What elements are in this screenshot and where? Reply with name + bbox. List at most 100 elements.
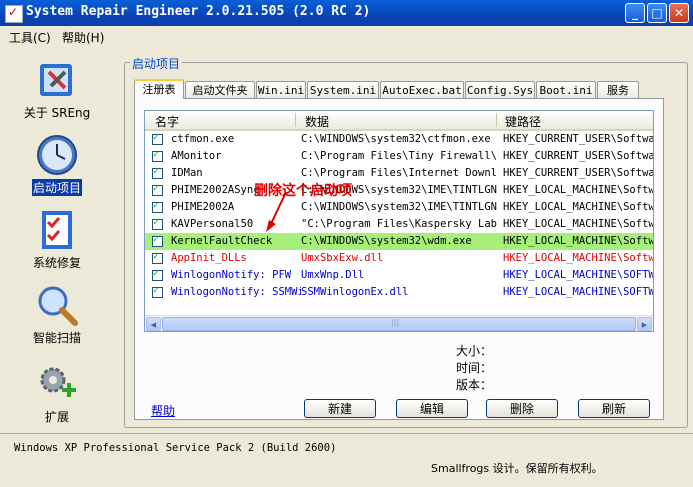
close-button[interactable]: ✕ — [669, 3, 689, 23]
row-key: HKEY_LOCAL_MACHINE\SOFTWARE\Microsoft — [503, 269, 654, 281]
tab-boot-ini[interactable]: Boot.ini — [536, 81, 596, 98]
row-data: C:\Program Files\Internet Download Manag… — [301, 167, 497, 179]
row-name: IDMan — [171, 167, 203, 179]
row-data: UmxWnp.Dll — [301, 269, 365, 281]
scroll-right-icon[interactable]: ▶ — [637, 317, 652, 331]
title-bar: System Repair Engineer 2.0.21.505 (2.0 R… — [0, 0, 693, 26]
list-row[interactable]: KernelFaultCheck C:\WINDOWS\system32\wdm.… — [145, 233, 654, 250]
list-row[interactable]: WinlogonNotify: SSMWinlogonSSMWinlogonEx… — [145, 284, 654, 301]
scroll-thumb[interactable] — [162, 317, 636, 331]
list-header: 名字 数据 键路径 — [145, 111, 653, 131]
sidebar-item-scan[interactable]: 智能扫描 — [14, 283, 100, 346]
row-data: C:\WINDOWS\system32\IME\TINTLGNT\TINTSET… — [301, 201, 497, 213]
row-data: SSMWinlogonEx.dll — [301, 286, 409, 298]
row-checkbox[interactable] — [152, 234, 163, 247]
window-title: System Repair Engineer 2.0.21.505 (2.0 R… — [26, 4, 371, 19]
row-name: ctfmon.exe — [171, 133, 235, 145]
new-button[interactable]: 新建 — [304, 399, 376, 418]
prop-time-label: 时间： — [456, 361, 493, 375]
row-data: C:\WINDOWS\system32\wdm.exe — [301, 235, 472, 247]
row-name: WinlogonNotify: SSMWinlogon — [171, 286, 301, 298]
row-name: WinlogonNotify: PFW — [171, 269, 292, 281]
list-row[interactable]: ctfmon.exe C:\WINDOWS\system32\ctfmon.exe… — [145, 131, 654, 148]
sidebar-label-repair: 系统修复 — [32, 256, 81, 270]
tab-win-ini[interactable]: Win.ini — [256, 81, 306, 98]
sidebar-item-extend[interactable]: 扩展 — [14, 362, 100, 425]
minimize-button[interactable]: _ — [625, 3, 645, 23]
row-key: HKEY_LOCAL_MACHINE\Software\Microsoft — [503, 218, 654, 230]
sidebar-label-scan: 智能扫描 — [32, 331, 81, 345]
column-header-name[interactable]: 名字 — [155, 113, 179, 130]
row-checkbox[interactable] — [152, 285, 163, 298]
tab-config-sys[interactable]: Config.Sys — [465, 81, 535, 98]
row-data: C:\Program Files\Tiny Firewall\AMon.exe — [301, 150, 497, 162]
prop-size-label: 大小： — [456, 344, 493, 358]
sidebar-item-startup[interactable]: 启动项目 — [14, 133, 100, 196]
row-key: HKEY_CURRENT_USER\Software\Microsoft — [503, 167, 654, 179]
tab-autoexec[interactable]: AutoExec.bat — [380, 81, 464, 98]
menu-tools[interactable]: 工具(C) — [9, 29, 51, 46]
sidebar-label-startup: 启动项目 — [31, 179, 82, 196]
status-copyright: Smallfrogs 设计。保留所有权利。 — [431, 462, 603, 475]
row-checkbox[interactable] — [152, 200, 163, 213]
row-checkbox[interactable] — [152, 268, 163, 281]
row-name: AMonitor — [171, 150, 222, 162]
horizontal-scrollbar[interactable]: ◀ ▶ — [145, 315, 653, 331]
sidebar-item-repair[interactable]: 系统修复 — [14, 208, 100, 271]
sidebar-label-extend: 扩展 — [44, 410, 69, 424]
gears-add-icon — [35, 362, 79, 406]
row-key: HKEY_LOCAL_MACHINE\Software\Microsoft — [503, 184, 654, 196]
row-name: KernelFaultCheck — [171, 235, 273, 247]
refresh-button[interactable]: 刷新 — [578, 399, 650, 418]
column-header-key[interactable]: 键路径 — [505, 113, 541, 130]
row-data: "C:\Program Files\Kaspersky Lab\avp.exe" — [301, 218, 497, 230]
list-row[interactable]: AppInit_DLLs UmxSbxExw.dll HKEY_LOCAL_MACH… — [145, 250, 654, 267]
menu-help[interactable]: 帮助(H) — [62, 29, 104, 46]
column-header-data[interactable]: 数据 — [305, 113, 329, 130]
sidebar-item-about[interactable]: 关于 SREng — [14, 58, 100, 121]
startup-list[interactable]: 名字 数据 键路径 ctfmon.exe C:\WINDOWS\system32\… — [144, 110, 654, 332]
annotation-arrow-icon — [266, 191, 287, 232]
row-key: HKEY_CURRENT_USER\Software\Microsoft — [503, 133, 654, 145]
row-key: HKEY_LOCAL_MACHINE\Software\Microsoft — [503, 235, 654, 247]
list-row[interactable]: PHIME2002AC:\WINDOWS\system32\IME\TINTLG… — [145, 199, 654, 216]
row-key: HKEY_LOCAL_MACHINE\Software\Microsoft — [503, 252, 654, 264]
magnifier-icon — [35, 283, 79, 327]
tab-services[interactable]: 服务 — [597, 81, 639, 98]
prop-version-label: 版本： — [456, 378, 493, 392]
scroll-left-icon[interactable]: ◀ — [146, 317, 161, 331]
group-title: 启动项目 — [130, 55, 183, 72]
list-row[interactable]: KAVPersonal50"C:\Program Files\Kaspersky… — [145, 216, 654, 233]
clock-icon — [35, 133, 79, 177]
row-checkbox[interactable] — [152, 183, 163, 196]
row-data: C:\WINDOWS\system32\ctfmon.exe — [301, 133, 491, 145]
row-key: HKEY_LOCAL_MACHINE\Software\Microsoft — [503, 201, 654, 213]
row-checkbox[interactable] — [152, 217, 163, 230]
list-row[interactable]: AMonitor C:\Program Files\Tiny Firewall\A… — [145, 148, 654, 165]
status-os: Windows XP Professional Service Pack 2 (… — [14, 442, 337, 454]
menu-bar: 工具(C) 帮助(H) — [0, 26, 693, 46]
list-row[interactable]: WinlogonNotify: PFW UmxWnp.Dll HKEY_LOCAL_… — [145, 267, 654, 284]
tab-system-ini[interactable]: System.ini — [307, 81, 379, 98]
row-name: AppInit_DLLs — [171, 252, 247, 264]
row-checkbox[interactable] — [152, 166, 163, 179]
app-icon — [5, 5, 23, 23]
list-row[interactable]: PHIME2002ASyncC:\WINDOWS\system32\IME\TI… — [145, 182, 654, 199]
row-key: HKEY_LOCAL_MACHINE\SOFTWARE\Microsoft — [503, 286, 654, 298]
delete-button[interactable]: 删除 — [486, 399, 558, 418]
row-key: HKEY_CURRENT_USER\Software\Microsoft — [503, 150, 654, 162]
sidebar-label-about: 关于 SREng — [23, 106, 91, 120]
tab-registry[interactable]: 注册表 — [134, 79, 184, 99]
row-checkbox[interactable] — [152, 132, 163, 145]
edit-button[interactable]: 编辑 — [396, 399, 468, 418]
status-bar: Windows XP Professional Service Pack 2 (… — [0, 433, 693, 487]
row-checkbox[interactable] — [152, 149, 163, 162]
maximize-button[interactable]: □ — [647, 3, 667, 23]
checklist-icon — [35, 208, 79, 252]
list-row[interactable]: IDMan C:\Program Files\Internet Download … — [145, 165, 654, 182]
row-data: UmxSbxExw.dll — [301, 252, 384, 264]
row-checkbox[interactable] — [152, 251, 163, 264]
help-link[interactable]: 帮助 — [151, 402, 175, 419]
tools-icon — [35, 58, 79, 102]
tab-startup-folder[interactable]: 启动文件夹 — [185, 81, 255, 98]
